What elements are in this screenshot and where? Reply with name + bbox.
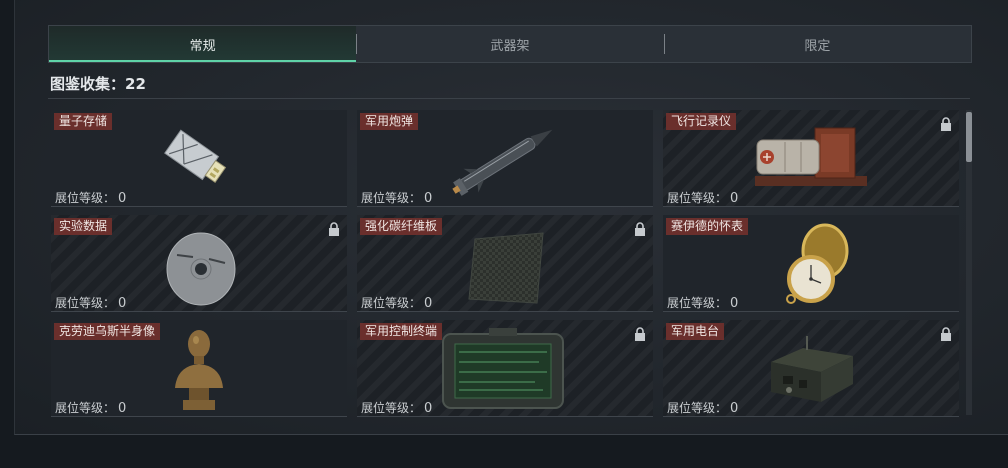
scrollbar[interactable] [966,110,972,415]
tab-general[interactable]: 常规 [49,26,357,62]
divider [48,98,970,99]
item-card-military-shell[interactable]: 军用炮弹 展位等级： 0 [357,110,653,207]
item-level: 展位等级： 0 [667,401,739,416]
scrollbar-thumb[interactable] [966,112,972,162]
bust-statue-icon [175,330,223,410]
collection-count: 图鉴收集：22 [50,75,146,93]
item-card-pocket-watch[interactable]: 赛伊德的怀表 展位等级： 0 [663,215,959,312]
tab-weapon-rack[interactable]: 武器架 [356,26,663,62]
item-card-flight-recorder[interactable]: 飞行记录仪 展位等级： 0 [663,110,959,207]
item-level: 展位等级： 0 [361,191,433,206]
item-card-carbon-fiber-plate[interactable]: 强化碳纤维板 展位等级： 0 [357,215,653,312]
item-name: 赛伊德的怀表 [666,218,749,235]
carbon-plate-icon [468,232,544,304]
item-card-claudius-bust[interactable]: 克劳迪乌斯半身像 展位等级： 0 [51,320,347,417]
item-name: 实验数据 [54,218,113,235]
item-card-quantum-storage[interactable]: 量子存储 展位等级： 0 [51,110,347,207]
control-terminal-icon [442,328,564,409]
item-level: 展位等级： 0 [55,296,127,311]
tab-limited[interactable]: 限定 [663,26,971,62]
item-name: 军用炮弹 [360,113,419,130]
item-level: 展位等级： 0 [361,296,433,311]
item-level: 展位等级： 0 [361,401,433,416]
item-level: 展位等级： 0 [667,191,739,206]
artillery-shell-icon [452,129,553,196]
item-name: 军用电台 [666,323,725,340]
usb-drive-icon [164,129,227,183]
lock-icon [941,327,951,341]
lock-icon [635,222,645,236]
item-card-military-terminal[interactable]: 军用控制终端 展位等级： 0 [357,320,653,417]
item-card-military-radio[interactable]: 军用电台 展位等级： 0 [663,320,959,417]
disc-icon [166,232,236,306]
item-level: 展位等级： 0 [55,401,127,416]
item-name: 强化碳纤维板 [360,218,443,235]
item-card-experiment-data[interactable]: 实验数据 展位等级： 0 [51,215,347,312]
lock-icon [635,327,645,341]
item-level: 展位等级： 0 [667,296,739,311]
pocket-watch-icon [786,223,849,304]
lock-icon [941,117,951,131]
flight-recorder-icon [755,127,867,186]
item-level: 展位等级： 0 [55,191,127,206]
lock-icon [329,222,339,236]
category-tabs: 常规 武器架 限定 [48,25,972,63]
item-name: 飞行记录仪 [666,113,737,130]
item-name: 克劳迪乌斯半身像 [54,323,161,340]
item-name: 军用控制终端 [360,323,443,340]
radio-icon [771,336,853,402]
item-name: 量子存储 [54,113,113,130]
